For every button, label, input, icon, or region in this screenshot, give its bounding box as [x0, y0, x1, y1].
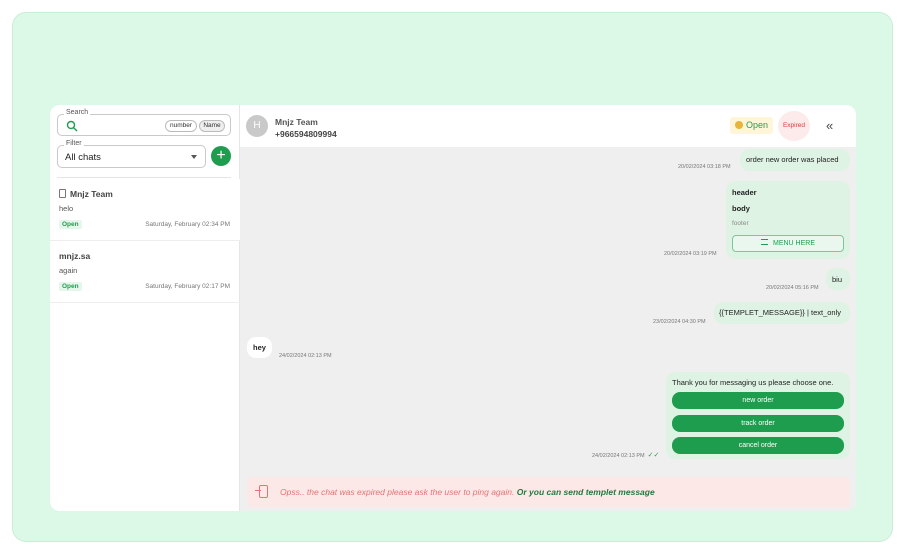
- filter-value: All chats: [65, 152, 101, 163]
- template-header: header: [732, 188, 757, 197]
- exit-icon: [255, 485, 268, 498]
- outgoing-options-message: Thank you for messaging us please choose…: [666, 372, 850, 459]
- document-icon: [59, 189, 66, 198]
- chat-list-item[interactable]: mnjz.sa again Open Saturday, February 02…: [50, 241, 240, 303]
- menu-button[interactable]: MENU HERE: [732, 235, 844, 252]
- outgoing-message: {{TEMPLET_MESSAGE}} | text_only: [714, 302, 850, 324]
- status-badge: Open: [59, 282, 82, 291]
- search-input[interactable]: Search number Name: [57, 109, 231, 136]
- options-prompt: Thank you for messaging us please choose…: [672, 378, 834, 387]
- search-by-number-chip[interactable]: number: [165, 120, 197, 132]
- search-legend: Search: [64, 109, 91, 116]
- message-time: 23/02/2024 04:30 PM: [653, 319, 706, 325]
- filter-legend: Filter: [64, 140, 84, 147]
- chat-time: Saturday, February 02:17 PM: [145, 283, 230, 290]
- search-by-name-chip[interactable]: Name: [199, 120, 225, 132]
- chat-app: Search number Name Filter All chats + Mn…: [50, 105, 856, 511]
- template-body: body: [732, 204, 750, 213]
- divider: [57, 177, 231, 178]
- message-time: 20/02/2024 03:19 PM: [664, 251, 717, 257]
- chat-preview: helo: [59, 204, 74, 213]
- status-dot-icon: [735, 121, 743, 129]
- caret-down-icon: [191, 155, 197, 159]
- option-button-cancel-order[interactable]: cancel order: [672, 437, 844, 454]
- chat-title: Mnjz Team: [59, 189, 113, 199]
- sidebar: Search number Name Filter All chats + Mn…: [50, 105, 240, 511]
- incoming-message: hey: [247, 337, 272, 358]
- template-footer: footer: [732, 220, 749, 227]
- outgoing-message: order new order was placed: [740, 149, 850, 171]
- menu-lines-icon: [760, 239, 768, 245]
- message-time: 24/02/2024 02:13 PM: [279, 353, 332, 359]
- chat-list-item[interactable]: Mnjz Team helo Open Saturday, February 0…: [50, 179, 240, 241]
- expired-notice: Opss.. the chat was expired please ask t…: [247, 477, 850, 507]
- add-chat-button[interactable]: +: [211, 146, 231, 166]
- avatar[interactable]: H: [246, 115, 268, 137]
- collapse-icon[interactable]: «: [826, 118, 833, 133]
- send-template-link[interactable]: Or you can send templet message: [517, 487, 655, 497]
- outgoing-message: biu: [826, 268, 850, 290]
- chat-time: Saturday, February 02:34 PM: [145, 221, 230, 228]
- double-check-icon: ✓✓: [647, 452, 660, 459]
- option-button-track-order[interactable]: track order: [672, 415, 844, 432]
- chat-header: H Mnjz Team +966594809994 Open Expired «: [240, 105, 856, 147]
- expired-notice-text: Opss.. the chat was expired please ask t…: [280, 487, 655, 497]
- search-icon: [66, 120, 78, 132]
- outgoing-template-message: header body footer MENU HERE: [726, 181, 850, 259]
- option-button-new-order[interactable]: new order: [672, 392, 844, 409]
- open-status-button[interactable]: Open: [730, 117, 774, 134]
- message-time: 24/02/2024 02:13 PM ✓✓: [592, 452, 660, 459]
- chat-preview: again: [59, 266, 78, 275]
- contact-name: Mnjz Team: [275, 117, 318, 127]
- filter-select[interactable]: Filter All chats: [57, 140, 206, 168]
- contact-phone: +966594809994: [275, 129, 337, 139]
- status-badge: Open: [59, 220, 82, 229]
- chat-panel: H Mnjz Team +966594809994 Open Expired «…: [240, 105, 856, 511]
- message-time: 20/02/2024 05:16 PM: [766, 285, 819, 291]
- expired-badge: Expired: [778, 111, 810, 141]
- message-time: 20/02/2024 03:18 PM: [678, 164, 731, 170]
- chat-title: mnjz.sa: [59, 251, 91, 261]
